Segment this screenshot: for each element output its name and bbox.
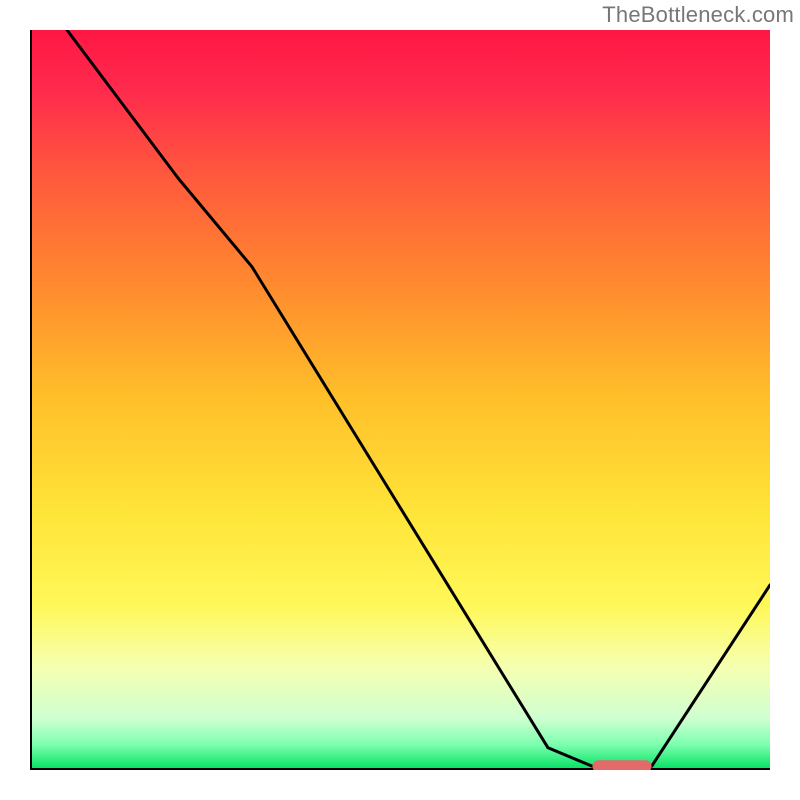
bottleneck-chart — [30, 30, 770, 770]
chart-svg — [30, 30, 770, 770]
optimal-range-marker — [592, 760, 651, 770]
watermark-text: TheBottleneck.com — [602, 2, 794, 28]
gradient-background — [30, 30, 770, 770]
